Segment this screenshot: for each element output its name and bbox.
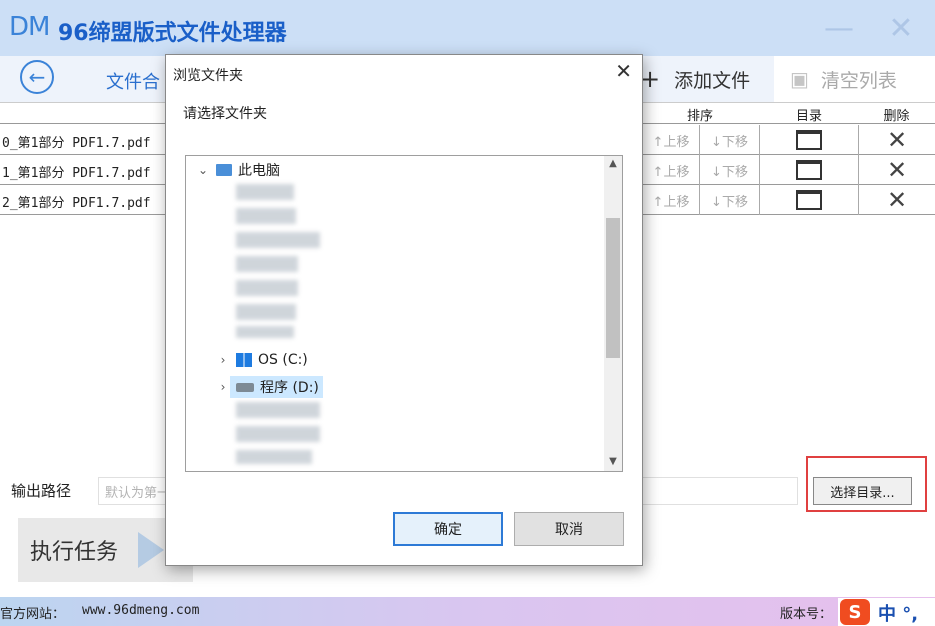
open-directory-button[interactable]	[759, 185, 858, 215]
select-directory-button[interactable]: 选择目录...	[813, 477, 912, 505]
delete-row-button[interactable]: ✕	[858, 125, 935, 155]
close-icon: ✕	[886, 186, 908, 214]
scroll-up-icon[interactable]: ▲	[604, 158, 622, 169]
move-up-button[interactable]: ↑上移	[642, 125, 699, 155]
sogou-icon: S	[840, 599, 870, 625]
file-name: 2_第1部分 PDF1.7.pdf	[2, 196, 151, 211]
move-up-button[interactable]: ↑上移	[642, 155, 699, 185]
tree-scrollbar[interactable]: ▲ ▼	[604, 156, 622, 471]
redacted-tree-item	[236, 326, 294, 338]
dialog-prompt: 请选择文件夹	[183, 106, 267, 122]
minimize-icon: —	[824, 10, 854, 46]
clear-list-label: 清空列表	[820, 69, 897, 92]
move-down-button[interactable]: ↓下移	[699, 185, 759, 215]
chevron-right-icon: ›	[220, 380, 226, 394]
website-label: 官方网站：	[0, 607, 66, 622]
cancel-button[interactable]: 取消	[514, 512, 624, 546]
redacted-tree-item	[236, 280, 298, 296]
ime-mode-text: 中 °,	[878, 604, 919, 625]
tree-item-drive-c[interactable]: › OS (C:)	[216, 352, 308, 368]
folder-icon	[796, 160, 822, 180]
clear-list-button[interactable]: ▣ 清空列表	[774, 56, 935, 102]
delete-row-button[interactable]: ✕	[858, 155, 935, 185]
move-up-button[interactable]: ↑上移	[642, 185, 699, 215]
redacted-tree-item	[236, 184, 294, 200]
close-button[interactable]: ✕	[870, 0, 932, 56]
tree-item-this-pc[interactable]: ⌄ 此电脑	[196, 160, 280, 180]
version-label: 版本号：	[780, 607, 833, 622]
app-logo: DM	[9, 12, 50, 42]
header-delete: 删除	[883, 109, 910, 124]
redacted-tree-item	[236, 450, 312, 464]
folder-icon	[796, 190, 822, 210]
drive-icon	[236, 383, 254, 392]
scrollbar-thumb[interactable]	[606, 218, 620, 358]
open-directory-button[interactable]	[759, 155, 858, 185]
selected-node: 程序 (D:)	[230, 376, 323, 398]
close-icon: ✕	[886, 126, 908, 154]
redacted-tree-item	[236, 402, 320, 418]
tree-item-label: 此电脑	[238, 163, 280, 179]
add-file-button[interactable]: + 添加文件	[632, 56, 772, 102]
header-sort: 排序	[686, 109, 713, 124]
tree-item-drive-d[interactable]: › 程序 (D:)	[216, 376, 323, 398]
tab-file-merge[interactable]: 文件合	[106, 68, 160, 94]
dialog-close-button[interactable]: ✕	[615, 59, 632, 83]
redacted-tree-item	[236, 304, 296, 320]
app-title: 96缔盟版式文件处理器	[58, 21, 287, 46]
scroll-down-icon[interactable]: ▼	[604, 456, 622, 467]
redacted-tree-item	[236, 426, 320, 442]
back-button[interactable]: ←	[20, 60, 54, 94]
open-directory-button[interactable]	[759, 125, 858, 155]
computer-icon	[216, 164, 232, 176]
tree-item-label: OS (C:)	[258, 352, 308, 368]
output-path-label: 输出路径	[11, 482, 72, 500]
tree-item-label: 程序 (D:)	[260, 380, 319, 396]
ok-button[interactable]: 确定	[393, 512, 503, 546]
plus-icon: +	[640, 65, 661, 93]
move-down-button[interactable]: ↓下移	[699, 125, 759, 155]
windows-drive-icon	[236, 353, 252, 367]
redacted-tree-item	[236, 256, 298, 272]
title-bar: DM 96缔盟版式文件处理器 — ✕	[0, 0, 935, 56]
folder-tree[interactable]: ⌄ 此电脑 › OS (C:) › 程序 (D:) ▲ ▼	[185, 155, 623, 472]
chevron-right-icon: ›	[220, 353, 226, 367]
delete-row-button[interactable]: ✕	[858, 185, 935, 215]
move-down-button[interactable]: ↓下移	[699, 155, 759, 185]
browse-folder-dialog: 浏览文件夹 ✕ 请选择文件夹 ⌄ 此电脑 › OS (C:) › 程序 (D:)…	[165, 54, 643, 566]
website-link[interactable]: www.96dmeng.com	[82, 603, 199, 618]
header-directory: 目录	[795, 109, 822, 124]
dialog-title: 浏览文件夹	[173, 68, 243, 84]
add-file-label: 添加文件	[674, 69, 751, 92]
status-bar: 官方网站： www.96dmeng.com 版本号：	[0, 597, 935, 626]
redacted-tree-item	[236, 208, 296, 224]
folder-icon	[796, 130, 822, 150]
close-icon: ✕	[886, 156, 908, 184]
run-task-label: 执行任务	[30, 540, 119, 565]
ime-toolbar[interactable]: S 中 °,	[838, 598, 935, 626]
arrow-left-icon: ←	[28, 65, 46, 89]
minimize-button[interactable]: —	[808, 0, 870, 56]
file-name: 0_第1部分 PDF1.7.pdf	[2, 136, 151, 151]
chevron-down-icon: ⌄	[197, 163, 209, 177]
trash-icon: ▣	[790, 67, 809, 91]
redacted-tree-item	[236, 232, 320, 248]
play-icon	[138, 532, 165, 568]
close-icon: ✕	[888, 10, 914, 46]
file-name: 1_第1部分 PDF1.7.pdf	[2, 166, 151, 181]
